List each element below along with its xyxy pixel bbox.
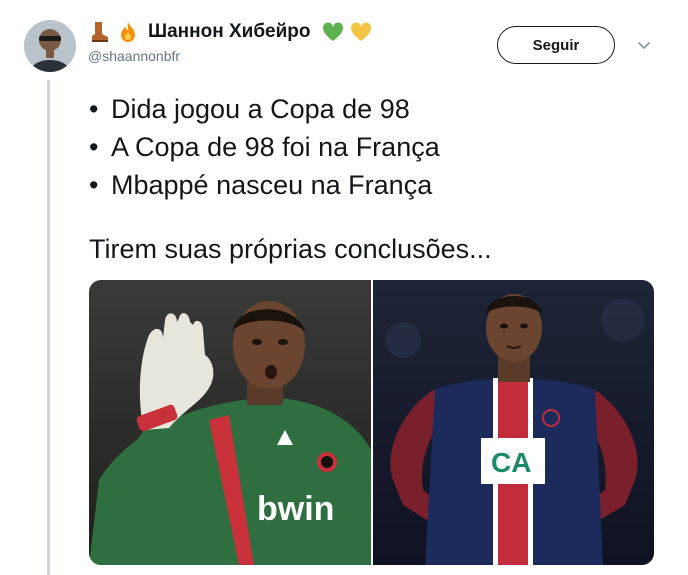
bullet-text: Mbappé nasceu na França bbox=[111, 170, 433, 200]
photo-forward[interactable]: CA bbox=[373, 280, 654, 565]
conclusion-text: Tirem suas próprias conclusões... bbox=[89, 234, 492, 264]
bullet-text: Dida jogou a Copa de 98 bbox=[111, 94, 410, 124]
display-name[interactable]: Шаннон Хибейро bbox=[148, 21, 311, 43]
thread-line bbox=[47, 80, 50, 575]
photo-goalkeeper[interactable]: bwin bbox=[89, 280, 371, 565]
shirt-sponsor-bwin: bwin bbox=[257, 490, 334, 528]
yellow-heart-icon bbox=[349, 20, 373, 44]
list-item: • Dida jogou a Copa de 98 bbox=[89, 90, 659, 128]
avatar[interactable] bbox=[24, 20, 76, 72]
boot-icon bbox=[88, 20, 112, 44]
bullet-marker: • bbox=[89, 170, 99, 200]
list-item: • A Copa de 98 foi na França bbox=[89, 128, 659, 166]
tweet-author: Шаннон Хибейро @shaannonbfr bbox=[88, 18, 373, 64]
list-item: • Mbappé nasceu na França bbox=[89, 166, 659, 204]
chevron-down-icon[interactable] bbox=[634, 36, 654, 56]
green-heart-icon bbox=[321, 20, 345, 44]
bullet-marker: • bbox=[89, 132, 99, 162]
user-handle[interactable]: @shaannonbfr bbox=[88, 48, 373, 64]
fire-icon bbox=[116, 20, 140, 44]
shirt-sponsor-ca: CA bbox=[491, 447, 531, 478]
tweet-media[interactable]: bwin CA bbox=[89, 280, 654, 565]
bullet-text: A Copa de 98 foi na França bbox=[111, 132, 440, 162]
bullet-list: • Dida jogou a Copa de 98 • A Copa de 98… bbox=[89, 90, 659, 204]
bullet-marker: • bbox=[89, 94, 99, 124]
tweet-text: • Dida jogou a Copa de 98 • A Copa de 98… bbox=[89, 90, 659, 268]
follow-button[interactable]: Seguir bbox=[497, 26, 615, 64]
